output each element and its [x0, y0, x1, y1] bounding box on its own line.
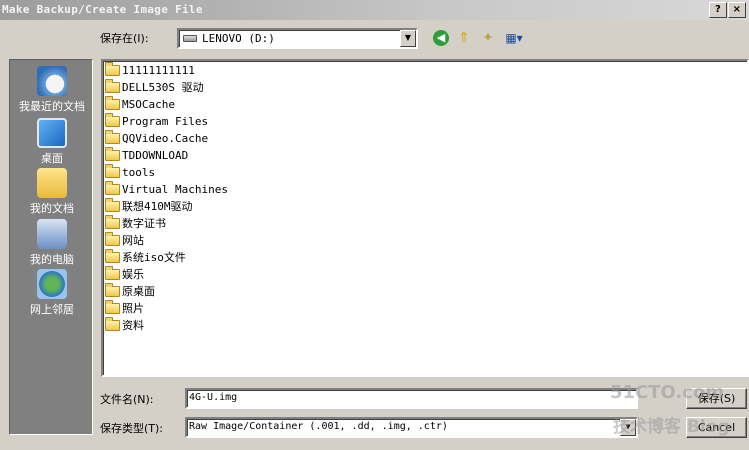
list-item[interactable]: TDDOWNLOAD [105, 147, 189, 164]
folder-icon [105, 130, 120, 144]
save-dialog: Make Backup/Create Image File ? × 保存在(I)… [0, 0, 749, 450]
folder-icon [105, 113, 120, 127]
place-network[interactable]: 网上邻居 [10, 269, 94, 317]
place-desktop[interactable]: 桌面 [10, 118, 94, 166]
back-icon[interactable]: ◀ [432, 29, 450, 47]
list-item[interactable]: 数字证书 [105, 215, 166, 232]
folder-icon [105, 164, 120, 178]
watermark-caption: 技术博客 Blog [613, 417, 730, 437]
file-list[interactable]: 11111111111 DELL530S 驱动 MSOCache Program… [101, 59, 749, 377]
place-label: 我的电脑 [30, 253, 74, 266]
place-my-documents[interactable]: 我的文档 [10, 168, 94, 216]
folder-icon [105, 266, 120, 280]
folder-icon [105, 215, 120, 229]
folder-icon [105, 232, 120, 246]
place-label: 网上邻居 [30, 303, 74, 316]
folder-name: Program Files [122, 115, 209, 128]
recent-documents-icon [37, 66, 67, 96]
save-in-dropdown[interactable]: LENOVO (D:) ▼ [177, 28, 418, 49]
folder-name: TDDOWNLOAD [122, 149, 189, 162]
folder-name: 网站 [122, 234, 144, 247]
my-computer-icon [37, 219, 67, 249]
place-label: 桌面 [41, 152, 63, 165]
folder-name: MSOCache [122, 98, 175, 111]
folder-name: 系统iso文件 [122, 251, 186, 264]
window-title: Make Backup/Create Image File [2, 3, 203, 16]
filename-label: 文件名(N): [100, 393, 154, 406]
folder-icon [105, 147, 120, 161]
places-bar: 我最近的文档 桌面 我的文档 我的电脑 网上邻居 [9, 59, 93, 435]
folder-name: QQVideo.Cache [122, 132, 209, 145]
folder-icon [105, 181, 120, 195]
place-my-computer[interactable]: 我的电脑 [10, 219, 94, 267]
help-button[interactable]: ? [709, 2, 727, 18]
folder-name: 照片 [122, 302, 144, 315]
list-item[interactable]: 联想410M驱动 [105, 198, 193, 215]
my-documents-icon [37, 168, 67, 198]
folder-name: DELL530S 驱动 [122, 81, 204, 94]
folder-icon [105, 62, 120, 76]
title-bar: Make Backup/Create Image File ? × [0, 0, 749, 20]
close-button[interactable]: × [728, 2, 746, 18]
place-label: 我最近的文档 [19, 100, 85, 113]
chevron-down-icon[interactable]: ▼ [400, 30, 416, 47]
list-item[interactable]: MSOCache [105, 96, 175, 113]
folder-name: tools [122, 166, 156, 179]
watermark-logo: 51CTO.com [610, 382, 725, 403]
up-folder-icon[interactable]: ⇑ [455, 29, 473, 47]
place-label: 我的文档 [30, 202, 74, 215]
folder-icon [105, 317, 120, 331]
list-item[interactable]: Program Files [105, 113, 209, 130]
views-menu-icon[interactable]: ▦▾ [503, 29, 525, 47]
filetype-value: Raw Image/Container (.001, .dd, .img, .c… [189, 421, 448, 432]
folder-name: 娱乐 [122, 268, 144, 281]
save-in-label: 保存在(I): [100, 32, 149, 45]
folder-name: 原桌面 [122, 285, 155, 298]
list-item[interactable]: 11111111111 [105, 62, 195, 79]
folder-name: Virtual Machines [122, 183, 228, 196]
filename-input[interactable]: 4G-U.img [185, 388, 638, 409]
place-recent-documents[interactable]: 我最近的文档 [10, 66, 94, 114]
filetype-label: 保存类型(T): [100, 422, 164, 435]
folder-name: 资料 [122, 319, 144, 332]
folder-icon [105, 79, 120, 93]
list-item[interactable]: 网站 [105, 232, 144, 249]
desktop-icon [37, 118, 67, 148]
folder-name: 数字证书 [122, 217, 166, 230]
drive-icon [183, 35, 197, 42]
folder-icon [105, 283, 120, 297]
filetype-dropdown[interactable]: Raw Image/Container (.001, .dd, .img, .c… [185, 417, 638, 438]
list-item[interactable]: 资料 [105, 317, 144, 334]
folder-icon [105, 300, 120, 314]
list-item[interactable]: 系统iso文件 [105, 249, 186, 266]
list-item[interactable]: QQVideo.Cache [105, 130, 209, 147]
list-item[interactable]: Virtual Machines [105, 181, 228, 198]
new-folder-icon[interactable]: ✦ [479, 29, 497, 47]
folder-name: 联想410M驱动 [122, 200, 193, 213]
list-item[interactable]: 娱乐 [105, 266, 144, 283]
list-item[interactable]: 照片 [105, 300, 144, 317]
folder-icon [105, 96, 120, 110]
save-in-value: LENOVO (D:) [202, 32, 275, 45]
folder-icon [105, 249, 120, 263]
network-places-icon [37, 269, 67, 299]
folder-icon [105, 198, 120, 212]
list-item[interactable]: 原桌面 [105, 283, 155, 300]
folder-name: 11111111111 [122, 64, 195, 77]
list-item[interactable]: DELL530S 驱动 [105, 79, 204, 96]
list-item[interactable]: tools [105, 164, 156, 181]
